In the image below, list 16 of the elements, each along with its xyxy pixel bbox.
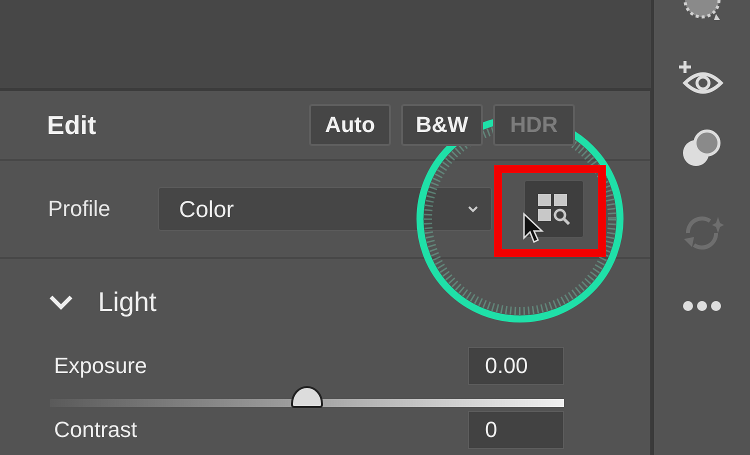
slider-thumb[interactable] bbox=[291, 386, 323, 408]
value-field[interactable]: 0.00 bbox=[468, 347, 564, 385]
section-header[interactable]: Light bbox=[48, 259, 564, 345]
preset-button[interactable]: B&W bbox=[401, 104, 483, 146]
chevron-icon bbox=[48, 294, 74, 310]
chevron-icon bbox=[467, 205, 479, 213]
slider-label: Exposure bbox=[54, 353, 147, 379]
more-icon[interactable] bbox=[682, 300, 722, 312]
profile-label: Profile bbox=[48, 196, 112, 222]
profile-dropdown[interactable]: Color bbox=[158, 187, 492, 231]
slider-label: Contrast bbox=[54, 417, 138, 443]
cursor-icon bbox=[522, 212, 544, 246]
grid-search-icon bbox=[537, 193, 571, 225]
value-field[interactable]: 0 bbox=[468, 411, 564, 449]
panel-title: Edit bbox=[47, 110, 96, 140]
preset-button[interactable]: Auto bbox=[309, 104, 391, 146]
